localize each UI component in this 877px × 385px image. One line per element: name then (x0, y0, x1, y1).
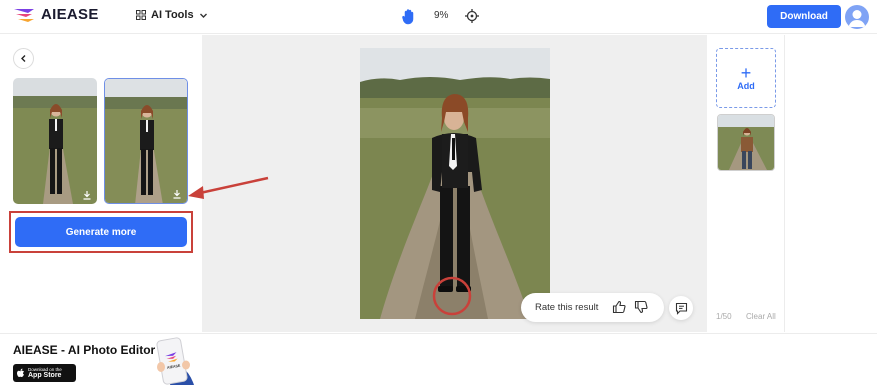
top-bar: AIEASE AI Tools 9% Download (0, 0, 877, 34)
main-image[interactable] (360, 48, 550, 319)
download-icon[interactable] (171, 188, 183, 200)
avatar-icon (848, 10, 866, 27)
phone-illustration: AIEASE (156, 337, 194, 385)
rate-label: Rate this result (535, 302, 599, 313)
promo-footer: AIEASE - AI Photo Editor Download on the… (0, 333, 877, 385)
rate-result-bar: Rate this result (521, 293, 664, 322)
crosshair-icon (465, 9, 479, 23)
chevron-left-icon (21, 55, 26, 62)
pan-tool[interactable] (401, 8, 417, 30)
chevron-down-icon (199, 13, 207, 18)
clear-all-button[interactable]: Clear All (746, 312, 776, 321)
result-image-1 (13, 78, 97, 204)
feedback-button[interactable] (669, 296, 693, 320)
image-count: 1/50 (716, 312, 732, 321)
promo-title: AIEASE - AI Photo Editor (13, 343, 156, 357)
apple-icon (17, 368, 24, 377)
app-store-big-text: App Store (28, 372, 62, 379)
back-button[interactable] (13, 48, 34, 69)
logo-text: AIEASE (41, 6, 99, 23)
ai-tools-menu[interactable]: AI Tools (136, 9, 208, 21)
generate-highlight-box: Generate more (9, 211, 193, 253)
zoom-level[interactable]: 9% (434, 10, 448, 21)
grid-icon (136, 10, 146, 20)
result-thumbnail-2[interactable] (104, 78, 188, 204)
avatar[interactable] (845, 5, 869, 29)
hand-icon (402, 9, 414, 25)
thumbs-down-icon[interactable] (634, 300, 648, 314)
canvas-area: Rate this result (202, 35, 707, 332)
plus-icon: + (740, 63, 752, 83)
right-panel: + Add 1/50 Clear All (707, 35, 785, 332)
result-image-2 (105, 79, 187, 203)
comment-icon (675, 302, 687, 315)
app-store-text: Download on the App Store (28, 367, 62, 379)
thumbs-up-icon[interactable] (612, 300, 626, 314)
source-image (718, 115, 774, 170)
add-label: Add (737, 81, 755, 91)
generate-more-button[interactable]: Generate more (15, 217, 187, 247)
download-button[interactable]: Download (767, 5, 841, 28)
left-panel: Generate more (0, 35, 202, 332)
add-image-button[interactable]: + Add (716, 48, 776, 108)
source-thumbnail[interactable] (717, 114, 775, 171)
logo-icon (14, 8, 34, 22)
main-photo (360, 48, 550, 319)
app-store-badge[interactable]: Download on the App Store (13, 364, 76, 382)
logo[interactable]: AIEASE (13, 6, 99, 23)
ai-tools-label: AI Tools (151, 9, 194, 21)
fit-screen-button[interactable] (465, 9, 479, 28)
download-icon[interactable] (81, 189, 93, 201)
result-thumbnail-1[interactable] (13, 78, 97, 204)
